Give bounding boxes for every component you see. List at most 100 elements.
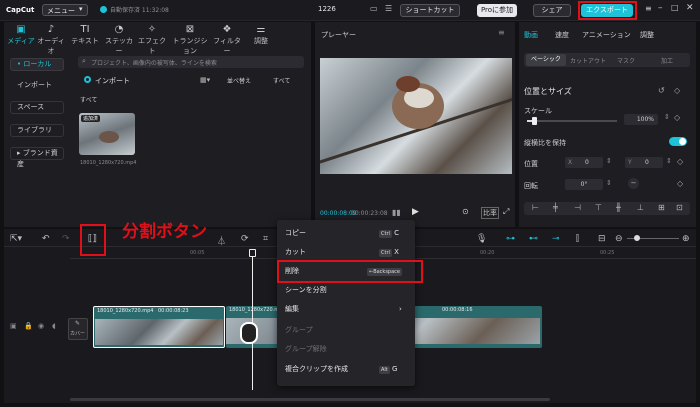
playhead[interactable] bbox=[252, 252, 253, 390]
track-layer-icon[interactable]: ▣ bbox=[10, 322, 17, 330]
auto-snap-icon[interactable]: ⊷ bbox=[529, 234, 538, 244]
track-lock-icon[interactable]: 🔒 bbox=[24, 322, 33, 330]
menu-item-copy[interactable]: コピー Ctrl C bbox=[285, 226, 413, 240]
layout-icon[interactable]: ▭ bbox=[370, 4, 378, 13]
subtab-cutout[interactable]: カットアウト bbox=[570, 56, 606, 65]
cover-button[interactable]: ✎ カバー bbox=[68, 318, 88, 340]
mirror-icon[interactable]: ⏃ bbox=[217, 234, 226, 247]
play-icon[interactable]: ▶ bbox=[412, 207, 419, 217]
caption-icon[interactable]: ⊟ bbox=[598, 234, 606, 244]
rotation-keyframe-icon[interactable]: ◇ bbox=[677, 179, 683, 188]
sidebar-item-space[interactable]: スペース bbox=[10, 101, 64, 114]
sidebar-item-import[interactable]: インポート bbox=[10, 79, 64, 92]
timeline-scrollbar[interactable] bbox=[70, 398, 550, 401]
undo-icon[interactable]: ↶ bbox=[42, 234, 50, 244]
reset-icon[interactable]: ↺ bbox=[658, 86, 665, 95]
crop-icon[interactable]: ⌗ bbox=[263, 234, 268, 244]
preview-axis-icon[interactable]: ⫿ bbox=[576, 234, 579, 244]
rotation-input[interactable]: 0° bbox=[565, 179, 603, 190]
scale-keyframe-icon[interactable]: ◇ bbox=[674, 113, 680, 122]
video-clip-1[interactable]: 18010_1280x720.mp4 00:00:08:23 bbox=[93, 306, 225, 348]
align-hcenter-icon[interactable]: ╪ bbox=[553, 203, 558, 212]
menu-item-split-scene[interactable]: シーンを分割 bbox=[285, 283, 413, 297]
menu-button[interactable]: メニュー ▾ bbox=[42, 4, 88, 16]
tool-effect[interactable]: ✧ エフェクト bbox=[137, 24, 167, 56]
zoom-out-icon[interactable]: ⊖ bbox=[615, 234, 623, 244]
keyframe-icon[interactable]: ◇ bbox=[674, 86, 680, 95]
menu-item-ungroup[interactable]: グループ解除 bbox=[285, 342, 413, 356]
menu-item-cut[interactable]: カット Ctrl X bbox=[285, 245, 413, 259]
menu-item-edit[interactable]: 編集 › bbox=[285, 302, 413, 316]
align-top-icon[interactable]: ⊤ bbox=[595, 203, 602, 212]
sidebar-item-library[interactable]: ライブラリ bbox=[10, 124, 64, 137]
import-label[interactable]: インポート bbox=[95, 76, 130, 86]
select-tool-icon[interactable]: ⇱▾ bbox=[10, 234, 22, 244]
align-bottom-icon[interactable]: ⊥ bbox=[637, 203, 644, 212]
zoom-slider-thumb[interactable] bbox=[634, 235, 640, 241]
position-y-input[interactable]: Y0 bbox=[625, 157, 663, 168]
menu-item-group[interactable]: グループ bbox=[285, 323, 413, 337]
scale-slider[interactable] bbox=[527, 117, 617, 125]
sidebar-item-brand[interactable]: ▸ ブランド資産 bbox=[10, 147, 64, 168]
align-left-icon[interactable]: ⊢ bbox=[532, 203, 539, 212]
playhead-handle[interactable] bbox=[249, 249, 256, 257]
tab-animation[interactable]: アニメーション bbox=[582, 30, 631, 40]
align-vcenter-icon[interactable]: ╫ bbox=[616, 203, 621, 212]
sidebar-item-local[interactable]: • ローカル bbox=[10, 58, 64, 71]
rotation-stepper-icon[interactable]: ⇕ bbox=[606, 179, 612, 187]
fullscreen-icon[interactable]: ⤢ bbox=[503, 207, 509, 217]
tool-filter[interactable]: ❖ フィルター bbox=[210, 24, 244, 56]
media-thumbnail[interactable]: 追加済 bbox=[79, 113, 135, 155]
zoom-in-icon[interactable]: ⊕ bbox=[682, 234, 690, 244]
shortcut-button[interactable]: ショートカット bbox=[400, 4, 460, 17]
position-x-input[interactable]: X0 bbox=[565, 157, 603, 168]
maximize-icon[interactable]: □ bbox=[671, 3, 679, 12]
position-x-stepper-icon[interactable]: ⇕ bbox=[606, 157, 612, 165]
align-right-icon[interactable]: ⊣ bbox=[574, 203, 581, 212]
subtab-mask[interactable]: マスク bbox=[617, 56, 635, 65]
settings-icon[interactable]: ☰ bbox=[385, 4, 392, 13]
scale-input[interactable]: 100% bbox=[624, 114, 658, 125]
tab-adjust[interactable]: 調整 bbox=[640, 30, 654, 40]
main-track-magnet-icon[interactable]: ⊶ bbox=[506, 234, 515, 244]
tool-audio[interactable]: ♪ オーディオ bbox=[36, 24, 66, 56]
track-audio-icon[interactable]: ◖ bbox=[52, 322, 56, 330]
tool-sticker[interactable]: ◔ ステッカー bbox=[104, 24, 134, 56]
import-icon[interactable] bbox=[84, 76, 91, 83]
scale-stepper-icon[interactable]: ⇕ bbox=[664, 113, 670, 121]
rotation-dial-icon[interactable]: − bbox=[628, 178, 639, 189]
menu-dots-icon[interactable]: ≡ bbox=[645, 4, 652, 13]
redo-icon[interactable]: ↷ bbox=[62, 234, 70, 244]
player-menu-icon[interactable]: ≡ bbox=[498, 28, 505, 37]
filter-dropdown[interactable]: すべて bbox=[273, 76, 290, 85]
microphone-icon[interactable]: 🎙 bbox=[476, 234, 487, 244]
search-input[interactable]: ⌕ プロジェクト、画像内の被写体、ラインを検索 bbox=[78, 56, 304, 68]
tab-speed[interactable]: 速度 bbox=[555, 30, 569, 40]
align-stretch-icon[interactable]: ⊡ bbox=[676, 203, 683, 212]
share-button[interactable]: シェア bbox=[533, 4, 571, 17]
linkage-icon[interactable]: ⊸ bbox=[552, 234, 560, 244]
grid-view-icon[interactable]: ▦▾ bbox=[200, 76, 210, 84]
subtab-basic[interactable]: ベーシック bbox=[526, 54, 566, 66]
position-y-stepper-icon[interactable]: ⇕ bbox=[666, 157, 672, 165]
align-distribute-icon[interactable]: ⊞ bbox=[658, 203, 665, 212]
fit-icon[interactable]: ⊙ bbox=[462, 207, 469, 216]
tab-video[interactable]: 動画 bbox=[524, 30, 538, 40]
project-title[interactable]: 1226 bbox=[318, 5, 336, 13]
aspect-ratio-button[interactable]: 比率 bbox=[481, 207, 499, 219]
tool-text[interactable]: TI テキスト bbox=[70, 24, 100, 46]
minimize-icon[interactable]: – bbox=[658, 3, 663, 13]
position-keyframe-icon[interactable]: ◇ bbox=[677, 157, 683, 166]
scale-slider-thumb[interactable] bbox=[532, 117, 538, 125]
pro-button[interactable]: Proに参加 bbox=[477, 4, 517, 17]
close-icon[interactable]: ✕ bbox=[686, 3, 694, 13]
rotate-icon[interactable]: ⟳ bbox=[241, 234, 249, 244]
keep-ratio-toggle[interactable] bbox=[669, 137, 687, 146]
tool-media[interactable]: ▣ メディア bbox=[6, 24, 36, 46]
menu-item-compound-clip[interactable]: 複合クリップを作成 Alt G bbox=[285, 362, 413, 376]
subtab-retouch[interactable]: 加工 bbox=[661, 56, 673, 65]
track-visibility-icon[interactable]: ◉ bbox=[38, 322, 44, 330]
tool-transition[interactable]: ⊠ トランジション bbox=[171, 24, 209, 56]
tool-adjust[interactable]: ⚌ 調整 bbox=[246, 24, 276, 46]
video-preview[interactable] bbox=[320, 58, 512, 174]
